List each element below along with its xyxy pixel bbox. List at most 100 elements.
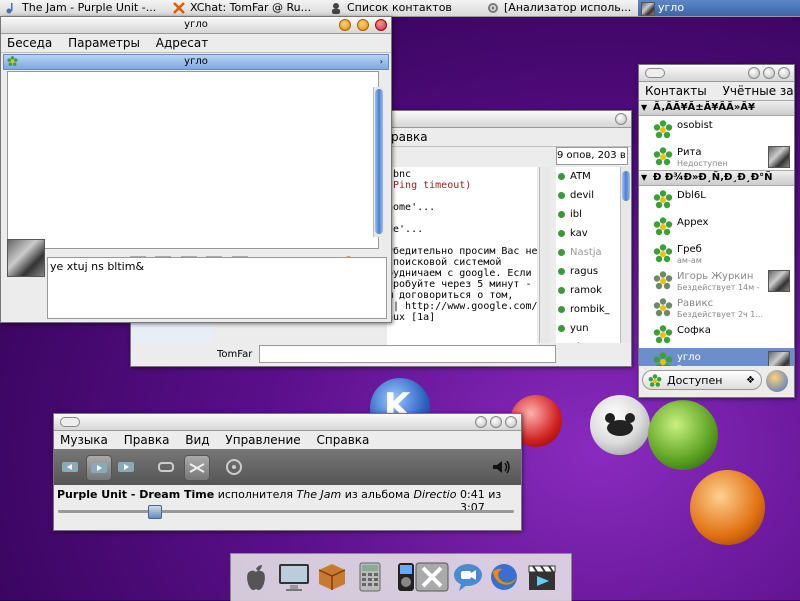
contact-item[interactable]: osobist xyxy=(639,116,794,143)
log-line: nux [1a] xyxy=(387,312,436,323)
message-input[interactable]: ye xtuj ns bltim& xyxy=(47,257,387,319)
nick-list-item[interactable]: yun xyxy=(556,319,620,338)
monitor-icon[interactable] xyxy=(277,560,311,594)
next-button[interactable] xyxy=(114,455,138,479)
chat-log-lines: `bnc (Ping timeout) nome'... de'... убедител… xyxy=(387,169,537,323)
paw-icon: ❖ xyxy=(746,375,755,386)
icq-flower-icon xyxy=(653,190,673,209)
tab-contacts[interactable]: Контакты xyxy=(645,84,707,98)
menu-control[interactable]: Управление xyxy=(225,433,300,447)
orange-ball-decoration xyxy=(690,470,765,545)
history-scrollbar[interactable] xyxy=(373,87,384,237)
firefox-icon[interactable] xyxy=(487,560,521,594)
shuffle-button[interactable] xyxy=(184,455,210,481)
calculator-icon[interactable] xyxy=(353,560,387,594)
task-label: Список контактов xyxy=(347,1,452,14)
contact-status: ам-ам xyxy=(677,256,702,265)
avatar-icon xyxy=(641,2,655,16)
minimize-button[interactable] xyxy=(338,19,351,31)
contact-status: Бездействует 14м - xyxy=(677,283,760,292)
ichat-icon[interactable] xyxy=(451,560,485,594)
maximize-button[interactable] xyxy=(356,19,369,31)
maximize-button[interactable] xyxy=(490,416,502,428)
log-line: `bnc xyxy=(387,169,412,180)
contact-avatar xyxy=(768,351,790,366)
contact-name: Рита xyxy=(677,147,702,158)
close-button[interactable] xyxy=(375,19,387,31)
repeat-button[interactable] xyxy=(154,455,178,479)
task-music-player[interactable]: The Jam - Purple Unit -... xyxy=(2,0,184,16)
contact-name: Софка xyxy=(677,325,711,336)
contact-item[interactable]: Appex xyxy=(639,213,794,240)
task-chat-uglo[interactable]: угло xyxy=(638,0,800,16)
nick-list-item[interactable]: rombik_ xyxy=(556,300,620,319)
contact-item[interactable]: Софка xyxy=(639,321,794,348)
icq-flower-icon xyxy=(653,147,673,166)
menu-view[interactable]: Вид xyxy=(185,433,209,447)
previous-icon xyxy=(62,462,78,472)
package-icon[interactable] xyxy=(315,560,349,594)
maximize-button[interactable] xyxy=(763,67,775,79)
nickname-button[interactable]: TomFar xyxy=(217,349,252,360)
menu-edit[interactable]: Правка xyxy=(124,433,170,447)
contact-avatar xyxy=(768,270,790,292)
status-selector[interactable]: Доступен ❖ xyxy=(642,370,762,390)
chat-log-scrollbar[interactable] xyxy=(539,167,550,343)
window-menu-button[interactable] xyxy=(645,68,665,78)
window-menu-button[interactable] xyxy=(60,417,80,427)
menu-edit[interactable]: равка xyxy=(391,130,428,144)
menu-recipient[interactable]: Адресат xyxy=(156,36,208,50)
menu-conversation[interactable]: Беседа xyxy=(7,36,52,50)
contact-item[interactable]: Игорь Журкин Бездействует 14м - xyxy=(639,267,794,294)
menu-options[interactable]: Параметры xyxy=(68,36,140,50)
recipient-selector[interactable]: угло › xyxy=(3,54,389,70)
contact-item[interactable]: углоЗанят xyxy=(639,348,794,366)
contact-group-header[interactable]: Ð Ð¾Ð»Ð¸Ñ‚Ð¸Ð¸Ð°Ñ xyxy=(639,170,794,186)
contact-item[interactable]: Равикс Бездействует 2ч 1... xyxy=(639,294,794,321)
video-clapper-icon[interactable] xyxy=(525,560,559,594)
close-button[interactable] xyxy=(778,67,790,79)
nick-list-item[interactable]: ATM xyxy=(556,167,620,186)
contact-item[interactable]: Рита Недоступен xyxy=(639,143,794,170)
firefox-icon[interactable] xyxy=(766,370,788,392)
message-history[interactable] xyxy=(7,71,379,249)
chat-log[interactable]: `bnc (Ping timeout) nome'... de'... убедител… xyxy=(387,167,537,345)
contact-name: Греб xyxy=(677,244,702,255)
player-toolbar xyxy=(54,449,521,485)
apple-logo-icon[interactable] xyxy=(239,560,273,594)
xchat-input[interactable] xyxy=(259,345,556,363)
menu-music[interactable]: Музыка xyxy=(60,433,108,447)
nick-list-item[interactable]: ramok xyxy=(556,281,620,300)
volume-button[interactable] xyxy=(489,455,513,479)
minimize-button[interactable] xyxy=(748,67,760,79)
icq-flower-icon xyxy=(7,56,18,67)
contact-tree[interactable]: Ã‚Ã­Ã¥Ã±Ã¥Ã­Ã»Ã¥osobistРитаНедоступенÐ Ð… xyxy=(639,100,794,366)
log-line: de'... xyxy=(387,224,424,235)
topic-field[interactable]: 9 опов, 203 в xyxy=(556,147,628,165)
x11-icon[interactable] xyxy=(415,560,449,594)
seek-slider-handle[interactable] xyxy=(147,505,162,519)
log-line: убедительно просим Вас не xyxy=(387,246,537,257)
contact-list-window: Контакты Учётные запи Ã‚Ã­Ã¥Ã±Ã¥Ã­Ã»Ã¥ os… xyxy=(638,64,795,398)
nick-list-item[interactable]: devil xyxy=(556,186,620,205)
task-analyzer[interactable]: [Анализатор исполь... xyxy=(484,0,654,16)
nick-list[interactable]: ATM devil ibl kav Nastja ragus ramok rombik_ yun… xyxy=(556,167,620,343)
previous-button[interactable] xyxy=(58,455,82,479)
nick-list-scrollbar[interactable] xyxy=(620,167,631,343)
contact-group-header[interactable]: Ã‚Ã­Ã¥Ã±Ã¥Ã­Ã»Ã¥ xyxy=(639,100,794,116)
close-button[interactable] xyxy=(505,416,517,428)
contact-item[interactable]: Греб ам-ам xyxy=(639,240,794,267)
nick-list-item[interactable]: kav xyxy=(556,224,620,243)
nick-list-item[interactable]: Nastja xyxy=(556,243,620,262)
menu-help[interactable]: Справка xyxy=(317,433,370,447)
tab-accounts[interactable]: Учётные запи xyxy=(723,84,794,98)
nick-list-item[interactable]: ragus xyxy=(556,262,620,281)
nick-list-item[interactable]: ibl xyxy=(556,205,620,224)
play-button[interactable] xyxy=(86,455,112,481)
progress-track[interactable] xyxy=(58,505,514,519)
nick-list-item[interactable]: Blona xyxy=(556,338,620,343)
task-contact-list[interactable]: Список контактов xyxy=(327,0,497,16)
contact-item[interactable]: Dbl6L xyxy=(639,186,794,213)
minimize-button[interactable] xyxy=(475,416,487,428)
visualization-button[interactable] xyxy=(222,455,246,479)
